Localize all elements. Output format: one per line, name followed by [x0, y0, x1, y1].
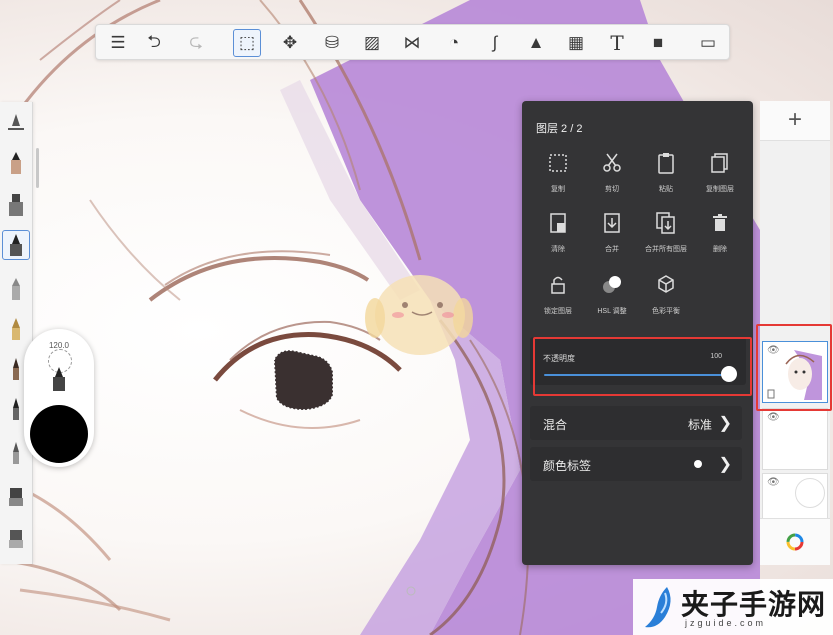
color-tag-row[interactable]: 颜色标签 ❯ [530, 447, 742, 481]
paste-icon [658, 153, 674, 174]
clear-button[interactable]: 清除 [532, 211, 584, 267]
layer-panel: 图层 2 / 2 复制 剪切 粘贴 复制图层 清除 合并 合并所有图层 删除 锁… [522, 101, 753, 565]
blend-value: 标准 [687, 418, 712, 432]
layer-highlight [756, 324, 832, 411]
ruler-icon[interactable]: ▨ [358, 29, 386, 57]
move-icon[interactable]: ✥ [276, 29, 304, 57]
hsl-icon [603, 276, 621, 293]
blend-label: 混合 [543, 418, 568, 432]
cut-button[interactable]: 剪切 [586, 151, 638, 207]
shape-icon[interactable]: ◔ [440, 29, 468, 57]
undo-icon[interactable]: ⮌ [140, 29, 168, 57]
merge-icon [604, 213, 620, 233]
fullscreen-icon[interactable]: ▭ [694, 29, 722, 57]
watermark-logo-icon [645, 587, 671, 628]
action-label: 复制图层 [706, 186, 734, 193]
eraser-icon[interactable] [2, 482, 30, 512]
add-layer-button[interactable]: + [760, 101, 830, 141]
brush-settings-icon[interactable] [2, 108, 30, 138]
blend-mode-row[interactable]: 混合 标准 ❯ [530, 406, 742, 440]
selection-icon[interactable]: ⬚ [233, 29, 261, 57]
clear-icon [550, 213, 566, 233]
color-tag-dot [694, 460, 702, 468]
paste-button[interactable]: 粘贴 [640, 151, 692, 207]
brush-library [0, 102, 33, 564]
perspective-icon[interactable]: ▦ [562, 29, 590, 57]
visibility-eye-icon[interactable]: 👁 [767, 412, 780, 423]
curve-icon[interactable]: ∫ [481, 29, 509, 57]
scissors-icon [603, 153, 621, 172]
action-label: 色彩平衡 [652, 308, 680, 315]
background-color-swatch[interactable] [795, 478, 825, 508]
marker-brush-icon[interactable] [2, 190, 30, 220]
hsl-adjust-button[interactable]: HSL 调整 [586, 273, 638, 329]
chevron-right-icon: ❯ [718, 456, 732, 473]
copy-selection-icon [549, 154, 567, 172]
redo-icon[interactable]: ⮎ [182, 29, 210, 57]
text-icon[interactable]: T [603, 29, 631, 57]
ink-pen-brush-icon[interactable] [2, 230, 30, 260]
current-brush-icon [53, 367, 65, 391]
lock-icon [551, 276, 565, 294]
trash-icon [713, 214, 727, 231]
merge-all-button[interactable]: 合并所有图层 [640, 211, 692, 267]
image-insert-icon[interactable]: ▲ [522, 29, 550, 57]
list-icon[interactable]: ☰ [104, 29, 132, 57]
brush-puck[interactable]: 120.0 [24, 329, 94, 467]
color-wheel-icon [786, 533, 804, 551]
delete-button[interactable]: 删除 [694, 211, 746, 267]
symmetry-icon[interactable]: ⋈ [398, 29, 426, 57]
duplicate-layer-icon [711, 153, 728, 173]
opacity-highlight [533, 337, 752, 396]
airbrush-icon[interactable] [2, 274, 30, 304]
fountain-pen-icon[interactable] [2, 314, 30, 344]
color-balance-button[interactable]: 色彩平衡 [640, 273, 692, 329]
layer-thumbnail-1[interactable]: 👁 [762, 408, 828, 470]
color-wheel-button[interactable] [760, 518, 830, 565]
layer-panel-title: 图层 2 / 2 [536, 123, 583, 135]
color-tag-label: 颜色标签 [543, 459, 592, 473]
top-toolbar: ☰ ⮌ ⮎ ⬚ ✥ ⛁ ▨ ⋈ ◔ ∫ ▲ ▦ T ■ ▭ [95, 24, 730, 60]
chevron-right-icon: ❯ [718, 415, 732, 432]
action-label: 删除 [713, 246, 727, 253]
merge-all-icon [656, 212, 675, 234]
watermark: 夹子手游网 jzguide.com [633, 579, 833, 635]
copy-button[interactable]: 复制 [532, 151, 584, 207]
watermark-url: jzguide.com [685, 618, 767, 628]
record-icon[interactable]: ■ [644, 29, 672, 57]
visibility-eye-icon[interactable]: 👁 [767, 477, 780, 488]
color-balance-icon [658, 275, 674, 293]
watermark-title: 夹子手游网 [681, 588, 827, 621]
lock-layer-button[interactable]: 锁定图层 [532, 273, 584, 329]
color-swatch[interactable] [30, 405, 88, 463]
pencil-brush-icon[interactable] [2, 148, 30, 178]
duplicate-layer-button[interactable]: 复制图层 [694, 151, 746, 207]
eraser-soft-icon[interactable] [2, 524, 30, 554]
merge-button[interactable]: 合并 [586, 211, 638, 267]
brush-scrollbar[interactable] [36, 148, 39, 188]
fill-bucket-icon[interactable]: ⛁ [318, 29, 346, 57]
